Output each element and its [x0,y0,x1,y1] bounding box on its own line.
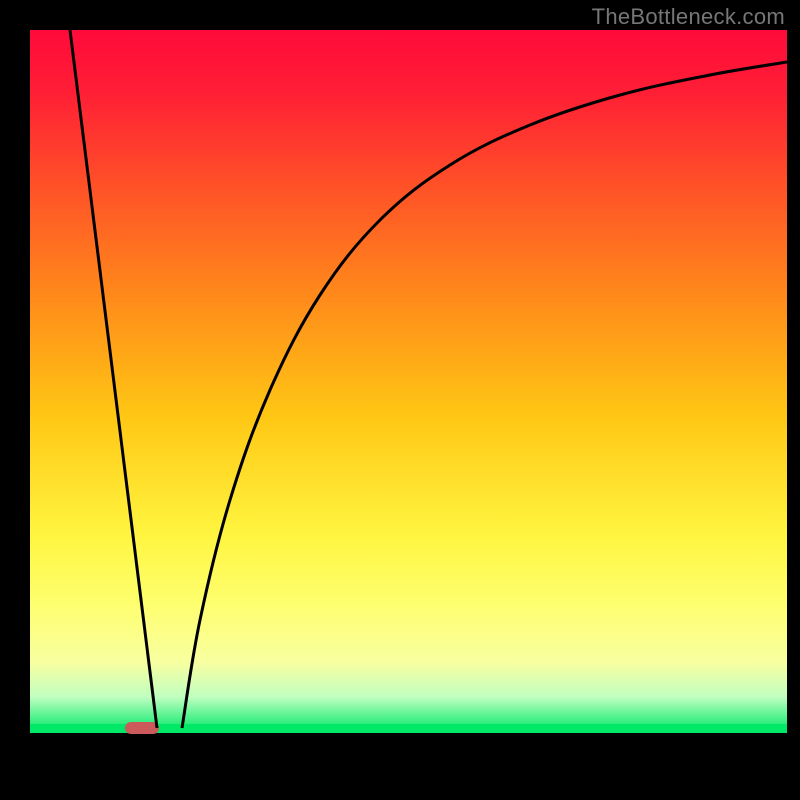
curves-svg [30,30,787,732]
right-curve [182,62,787,728]
attribution-text: TheBottleneck.com [592,4,785,30]
chart-frame: TheBottleneck.com [0,0,800,800]
left-line [70,30,157,728]
